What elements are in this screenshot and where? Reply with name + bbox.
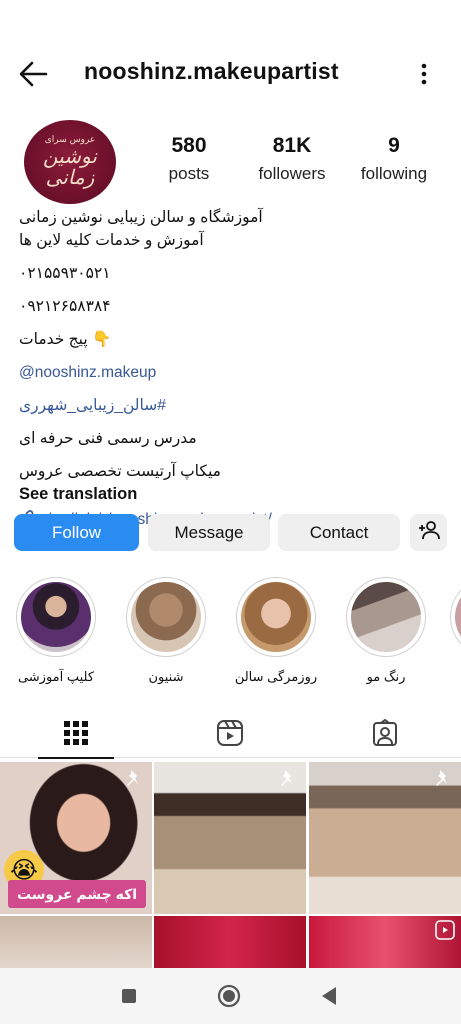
tab-posts-grid[interactable]: [26, 712, 126, 759]
post-thumbnail[interactable]: [309, 762, 461, 914]
bio-services: 👇 پیج خدمات: [19, 331, 112, 348]
post-thumbnail[interactable]: [309, 916, 461, 968]
highlight-item[interactable]: [450, 577, 461, 657]
follow-button[interactable]: Follow: [14, 514, 139, 551]
top-bar: nooshinz.makeupartist: [0, 52, 461, 96]
kebab-icon[interactable]: [414, 60, 434, 88]
post-thumbnail[interactable]: 😭 اکه چشم عروست: [0, 762, 152, 914]
reels-icon: [435, 920, 455, 945]
highlight-item[interactable]: شنیون: [124, 577, 208, 685]
following-label: following: [360, 164, 428, 183]
post-overlay-text: اکه چشم عروست: [8, 880, 146, 908]
highlight-ring: [126, 577, 206, 657]
contact-button[interactable]: Contact: [278, 514, 400, 551]
triangle-icon[interactable]: [314, 982, 344, 1010]
see-translation-link[interactable]: See translation: [19, 483, 449, 506]
post-thumbnail[interactable]: [154, 916, 306, 968]
add-user-icon: [418, 520, 440, 545]
bio-mention-link[interactable]: @nooshinz.makeup: [19, 361, 449, 384]
highlight-label: رنگ مو: [366, 669, 406, 684]
highlight-item[interactable]: کلیپ آموزشی: [14, 577, 98, 685]
circle-icon[interactable]: [214, 982, 244, 1010]
arrow-left-icon[interactable]: [18, 60, 48, 88]
highlight-thumbnail: [21, 582, 91, 652]
pin-icon: [433, 768, 453, 793]
bio-phone-2: ۰۹۲۱۲۶۵۸۳۸۴: [19, 298, 111, 315]
bio-line-2: آموزش و خدمات کلیه لاین ها: [19, 232, 204, 249]
highlight-label: کلیپ آموزشی: [17, 669, 95, 684]
profile-bio: آموزشگاه و سالن زیبایی نوشین زمانی آموزش…: [19, 206, 449, 531]
tab-reels[interactable]: [180, 712, 280, 758]
grid-icon: [63, 720, 89, 751]
bio-line-7: مدرس رسمی فنی حرفه ای: [19, 430, 197, 447]
post-thumbnail[interactable]: [154, 762, 306, 914]
profile-avatar[interactable]: عروس سرای نوشین زمانی: [24, 120, 116, 204]
pin-icon: [278, 768, 298, 793]
posts-stat[interactable]: 580 posts: [150, 134, 228, 184]
following-stat[interactable]: 9 following: [352, 134, 436, 184]
highlight-label: روزمرگی سالن: [234, 669, 318, 684]
highlight-thumbnail: [351, 582, 421, 652]
square-icon[interactable]: [114, 982, 144, 1010]
profile-actions: Follow Message Contact: [14, 514, 447, 551]
add-user-button[interactable]: [410, 514, 447, 551]
followers-label: followers: [258, 164, 326, 183]
highlight-thumbnail: [241, 582, 311, 652]
profile-username: nooshinz.makeupartist: [84, 58, 339, 84]
highlight-label: شنیون: [148, 669, 184, 684]
avatar-logo-text: عروس سرای نوشین زمانی: [24, 135, 116, 189]
bio-hashtag-link[interactable]: #سالن_زیبایی_شهرری: [19, 394, 449, 417]
bio-phone-1: ۰۲۱۵۵۹۳۰۵۲۱: [19, 265, 111, 282]
highlight-ring: [346, 577, 426, 657]
followers-count: 81K: [272, 134, 312, 157]
posts-count: 580: [171, 134, 207, 157]
posts-label: posts: [168, 164, 210, 183]
following-count: 9: [388, 134, 400, 157]
highlight-ring: [236, 577, 316, 657]
highlight-ring: [16, 577, 96, 657]
bio-line-1: آموزشگاه و سالن زیبایی نوشین زمانی: [19, 209, 263, 226]
tab-tagged[interactable]: [335, 712, 435, 758]
highlight-item[interactable]: رنگ مو: [344, 577, 428, 685]
reels-icon: [216, 719, 244, 752]
followers-stat[interactable]: 81K followers: [250, 134, 334, 184]
profile-tabs: [0, 712, 461, 759]
message-button[interactable]: Message: [148, 514, 270, 551]
highlight-thumbnail: [131, 582, 201, 652]
avatar-main-text: نوشین زمانی: [43, 143, 97, 189]
bio-line-8: میکاپ آرتیست تخصصی عروس: [19, 463, 221, 480]
pin-icon: [124, 768, 144, 793]
system-nav-bar: [0, 968, 461, 1024]
highlight-item[interactable]: روزمرگی سالن: [234, 577, 318, 685]
highlight-thumbnail: [455, 582, 461, 652]
tagged-icon: [371, 718, 399, 752]
highlight-ring: [450, 577, 461, 657]
post-thumbnail[interactable]: [0, 916, 152, 968]
